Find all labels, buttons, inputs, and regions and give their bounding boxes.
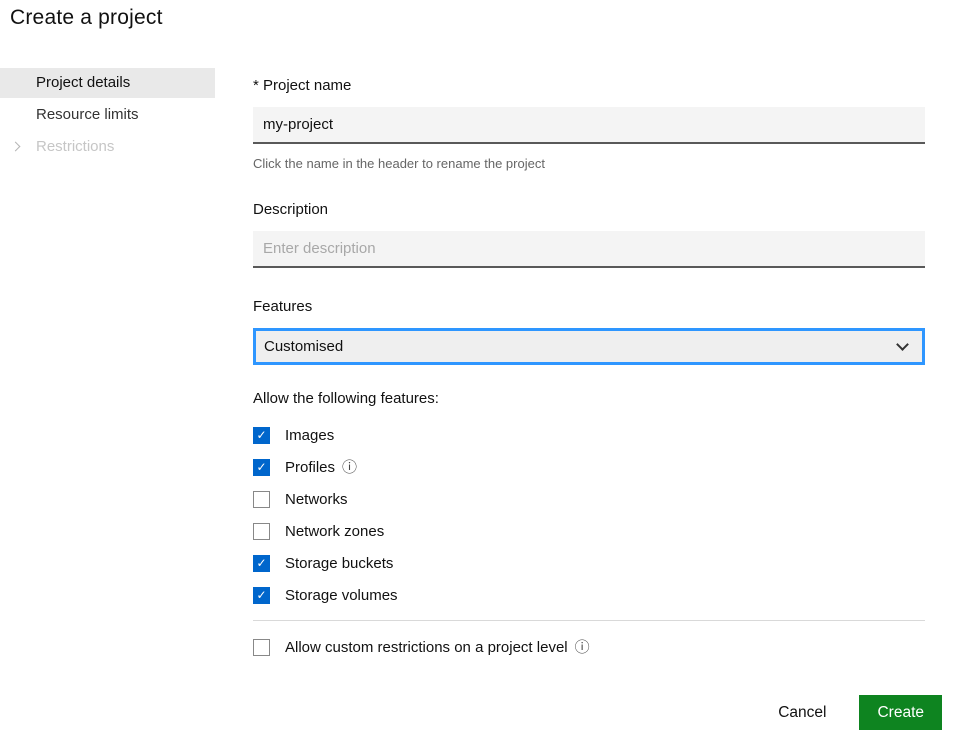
- chevron-down-icon: [896, 338, 909, 351]
- checkbox-unchecked-icon[interactable]: [253, 523, 270, 540]
- feature-checkbox-label: Profiles: [285, 459, 335, 476]
- features-select[interactable]: Customised: [253, 328, 925, 365]
- feature-checkbox-row[interactable]: ✓ Profiles ⓘ: [253, 451, 925, 483]
- page-title: Create a project: [10, 6, 954, 30]
- feature-checkbox-row[interactable]: Networks: [253, 483, 925, 515]
- feature-checkbox-label: Storage buckets: [285, 555, 393, 572]
- cancel-button[interactable]: Cancel: [762, 696, 842, 730]
- features-checkbox-list: ✓ Images ✓ Profiles ⓘ Networks Network zones ✓ S…: [253, 419, 925, 611]
- feature-checkbox-row[interactable]: ✓ Storage buckets: [253, 547, 925, 579]
- checkbox-unchecked-icon[interactable]: [253, 639, 270, 656]
- feature-checkbox-row[interactable]: ✓ Images: [253, 419, 925, 451]
- project-name-label: * Project name: [253, 77, 925, 94]
- checkbox-checked-icon[interactable]: ✓: [253, 587, 270, 604]
- feature-checkbox-label: Images: [285, 427, 334, 444]
- sidebar-item-project-details[interactable]: Project details: [0, 68, 215, 98]
- create-button[interactable]: Create: [859, 695, 942, 730]
- project-name-help: Click the name in the header to rename t…: [253, 156, 925, 171]
- sidebar-item-label: Restrictions: [36, 138, 114, 155]
- sidebar-item-restrictions[interactable]: Restrictions: [0, 132, 215, 162]
- dialog-footer: Cancel Create: [253, 695, 942, 730]
- feature-checkbox-label: Networks: [285, 491, 348, 508]
- sidebar-item-resource-limits[interactable]: Resource limits: [0, 100, 215, 130]
- checkbox-checked-icon[interactable]: ✓: [253, 427, 270, 444]
- custom-restrictions-row[interactable]: Allow custom restrictions on a project l…: [253, 631, 925, 663]
- feature-checkbox-label: Network zones: [285, 523, 384, 540]
- sidebar-item-label: Resource limits: [36, 106, 139, 123]
- sidebar-nav: Project details Resource limits Restrictio…: [0, 68, 215, 730]
- feature-checkbox-label: Storage volumes: [285, 587, 398, 604]
- features-label: Features: [253, 298, 925, 315]
- checkbox-checked-icon[interactable]: ✓: [253, 459, 270, 476]
- chevron-right-icon: [11, 142, 21, 152]
- info-icon[interactable]: ⓘ: [575, 640, 590, 655]
- divider: [253, 620, 925, 621]
- description-input[interactable]: [253, 231, 925, 268]
- feature-checkbox-row[interactable]: ✓ Storage volumes: [253, 579, 925, 611]
- custom-restrictions-label: Allow custom restrictions on a project l…: [285, 639, 568, 656]
- checkbox-checked-icon[interactable]: ✓: [253, 555, 270, 572]
- sidebar-item-label: Project details: [36, 74, 130, 91]
- project-name-group: * Project name Click the name in the hea…: [253, 77, 925, 171]
- project-form: * Project name Click the name in the hea…: [253, 68, 925, 730]
- project-name-input[interactable]: [253, 107, 925, 144]
- checkbox-unchecked-icon[interactable]: [253, 491, 270, 508]
- feature-checkbox-row[interactable]: Network zones: [253, 515, 925, 547]
- description-group: Description: [253, 201, 925, 268]
- features-select-value: Customised: [264, 338, 343, 355]
- description-label: Description: [253, 201, 925, 218]
- dialog-content: Project details Resource limits Restrictio…: [0, 68, 954, 730]
- info-icon[interactable]: ⓘ: [342, 460, 357, 475]
- features-group: Features Customised: [253, 298, 925, 365]
- features-list-heading: Allow the following features:: [253, 390, 925, 407]
